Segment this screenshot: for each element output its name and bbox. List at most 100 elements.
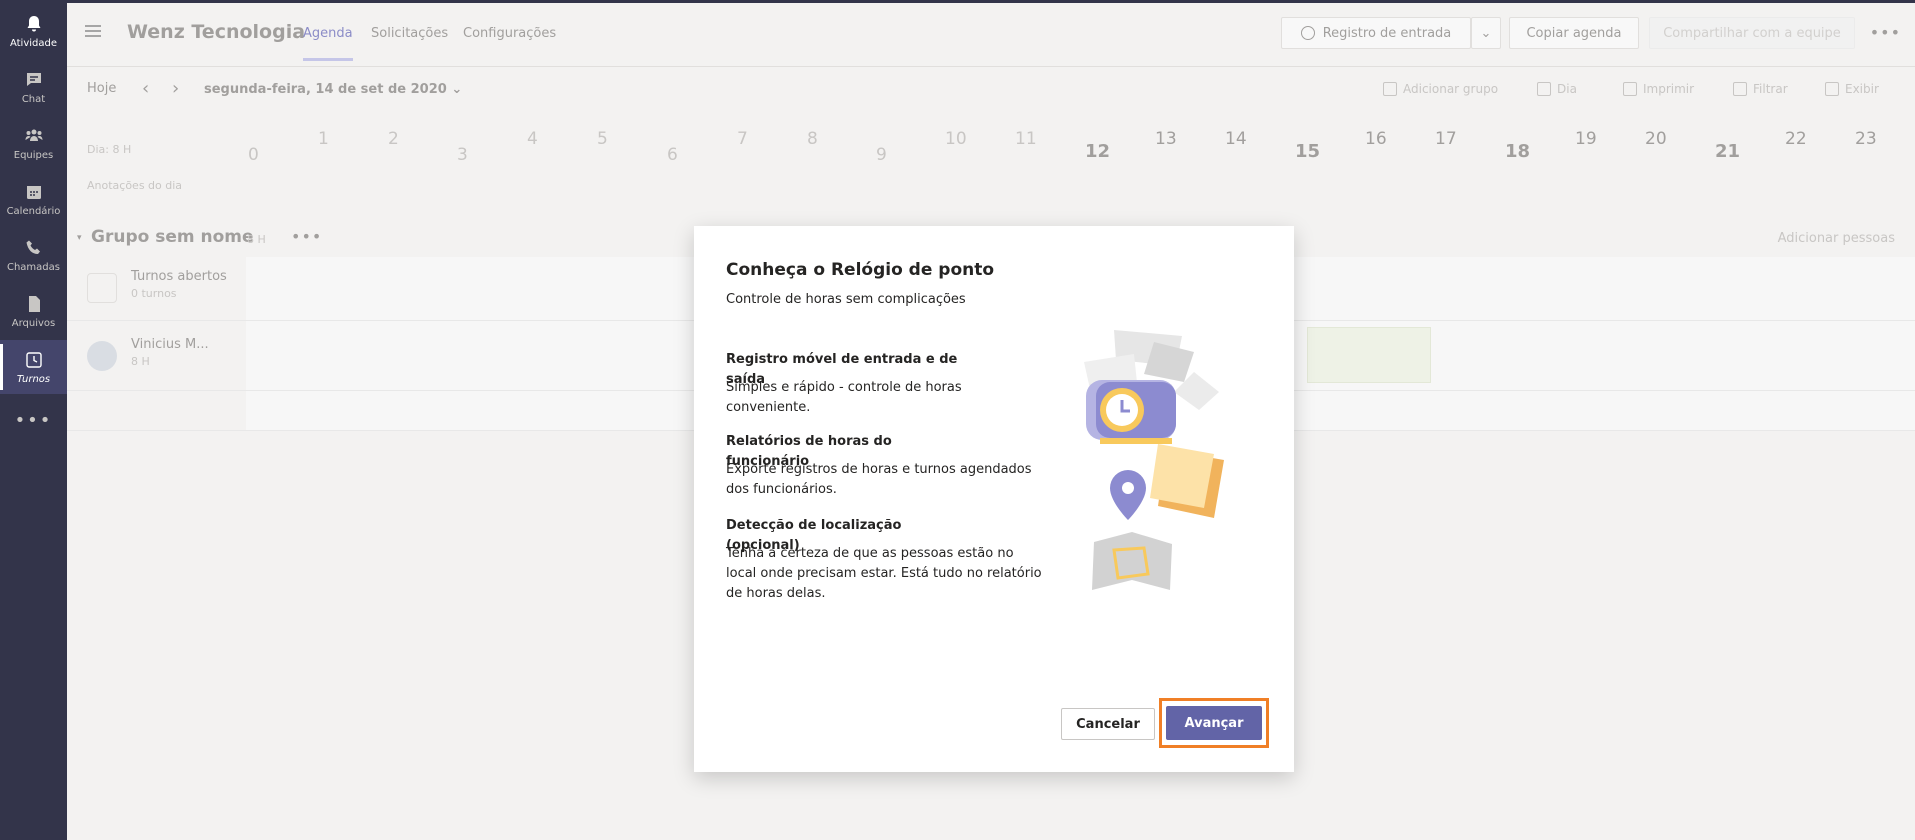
view-day-button[interactable]: Dia [1537, 82, 1577, 96]
add-people-button[interactable]: Adicionar pessoas [1778, 231, 1895, 246]
hour-label: 12 [1085, 141, 1111, 162]
hamburger-menu-icon[interactable] [85, 25, 101, 37]
clock-in-label: Registro de entrada [1322, 25, 1452, 41]
hour-label: 4 [527, 129, 538, 149]
chevron-down-icon: ⌄ [1480, 25, 1492, 41]
filter-icon [1733, 82, 1747, 96]
clock-in-button[interactable]: Registro de entrada [1281, 17, 1471, 49]
tab-agenda[interactable]: Agenda [303, 26, 353, 61]
hour-label: 17 [1435, 129, 1457, 149]
print-label: Imprimir [1643, 82, 1695, 96]
hour-label: 3 [457, 145, 468, 165]
dialog-title: Conheça o Relógio de ponto [726, 260, 995, 280]
rail-item-chat[interactable]: Chat [0, 60, 67, 114]
rail-label: Calendário [6, 205, 61, 217]
rail-item-files[interactable]: Arquivos [0, 284, 67, 338]
row-name[interactable]: Vinicius M... [131, 337, 209, 352]
teams-icon [25, 129, 42, 141]
more-options-button[interactable]: ••• [1870, 23, 1901, 42]
show-button[interactable]: Exibir [1825, 82, 1879, 96]
hour-label: 21 [1715, 141, 1741, 162]
hour-label: 16 [1365, 129, 1387, 149]
row-name[interactable]: Turnos abertos [131, 269, 227, 284]
top-accent-line [0, 0, 1915, 3]
rail-label: Atividade [9, 37, 58, 49]
shift-block[interactable] [1307, 327, 1431, 383]
row-sub: 8 H [131, 355, 150, 368]
hour-label: 5 [597, 129, 608, 149]
hour-label: 6 [667, 145, 678, 165]
rail-item-calls[interactable]: Chamadas [0, 228, 67, 282]
hour-label: 18 [1505, 141, 1531, 162]
app-header: Wenz Tecnologia Agenda Solicitações Conf… [67, 3, 1915, 67]
hour-label: 23 [1855, 129, 1877, 149]
avatar [87, 341, 117, 371]
hour-label: 14 [1225, 129, 1247, 149]
add-group-button[interactable]: Adicionar grupo [1383, 82, 1498, 96]
tab-requests[interactable]: Solicitações [371, 26, 448, 41]
today-button[interactable]: Hoje [87, 81, 116, 96]
chevron-left-icon[interactable]: ‹ [142, 78, 149, 99]
more-apps-button[interactable]: ••• [0, 410, 67, 434]
view-day-label: Dia [1557, 82, 1577, 96]
filter-button[interactable]: Filtrar [1733, 82, 1788, 96]
show-label: Exibir [1845, 82, 1879, 96]
hour-label: 2 [388, 129, 399, 149]
time-clock-illustration [1084, 330, 1224, 590]
copy-schedule-button[interactable]: Copiar agenda [1509, 17, 1639, 49]
hour-label: 7 [737, 129, 748, 149]
dialog-subtitle: Controle de horas sem complicações [726, 292, 966, 307]
file-icon [28, 295, 40, 312]
time-clock-intro-dialog: Conheça o Relógio de ponto Controle de h… [694, 226, 1294, 772]
rail-label: Turnos [16, 373, 51, 385]
hour-label: 19 [1575, 129, 1597, 149]
schedule-toolbar: Hoje ‹ › segunda-feira, 14 de set de 202… [67, 67, 1915, 113]
next-button[interactable]: Avançar [1166, 706, 1262, 740]
collapse-triangle-icon[interactable]: ▾ [77, 233, 82, 243]
add-group-icon [1383, 82, 1397, 96]
feature-description: Tenha a certeza de que as pessoas estão … [726, 546, 1042, 601]
bell-icon [27, 15, 40, 31]
hour-label: 10 [945, 129, 967, 149]
chevron-down-icon: ⌄ [451, 82, 463, 97]
rail-label: Chamadas [6, 261, 60, 273]
hour-label: 22 [1785, 129, 1807, 149]
rail-item-shifts[interactable]: Turnos [0, 340, 67, 394]
team-name: Wenz Tecnologia [127, 21, 306, 43]
rail-item-calendar[interactable]: Calendário [0, 172, 67, 226]
rail-label: Equipes [13, 149, 54, 161]
hour-label: 9 [876, 145, 887, 165]
tab-settings[interactable]: Configurações [463, 26, 556, 41]
row-person: Turnos abertos 0 turnos [67, 257, 246, 320]
hour-label: 20 [1645, 129, 1667, 149]
clock-icon [1300, 26, 1315, 40]
row-person: Vinicius M... 8 H [67, 321, 246, 390]
app-rail: Atividade Chat Equipes Calendário Chamad… [0, 0, 67, 840]
group-more-button[interactable]: ••• [291, 227, 322, 246]
chevron-right-icon[interactable]: › [172, 78, 179, 99]
feature-description: Simples e rápido - controle de horas con… [726, 380, 962, 415]
hour-label: 13 [1155, 129, 1177, 149]
day-notes-label: Anotações do dia [87, 179, 183, 192]
clock-in-dropdown[interactable]: ⌄ [1471, 17, 1501, 49]
rail-item-teams[interactable]: Equipes [0, 116, 67, 170]
cancel-button[interactable]: Cancelar [1061, 708, 1155, 740]
group-name[interactable]: Grupo sem nome [91, 227, 254, 247]
date-picker[interactable]: segunda-feira, 14 de set de 2020 ⌄ [204, 82, 462, 97]
calendar-icon [26, 185, 41, 199]
hour-label: 0 [248, 145, 259, 165]
row-person [67, 391, 246, 430]
filter-label: Filtrar [1753, 82, 1788, 96]
rail-label: Chat [21, 93, 46, 105]
date-label: segunda-feira, 14 de set de 2020 [204, 82, 447, 97]
row-sub: 0 turnos [131, 287, 177, 300]
day-hours-label: Dia: 8 H [87, 143, 132, 156]
rail-item-activity[interactable]: Atividade [0, 4, 67, 58]
clock-icon [25, 351, 42, 368]
hour-label: 8 [807, 129, 818, 149]
add-group-label: Adicionar grupo [1403, 82, 1499, 96]
print-button[interactable]: Imprimir [1623, 82, 1694, 96]
share-with-team-button[interactable]: Compartilhar com a equipe [1649, 17, 1855, 49]
group-hours: 8 H [247, 233, 266, 246]
hour-label: 1 [318, 129, 329, 149]
